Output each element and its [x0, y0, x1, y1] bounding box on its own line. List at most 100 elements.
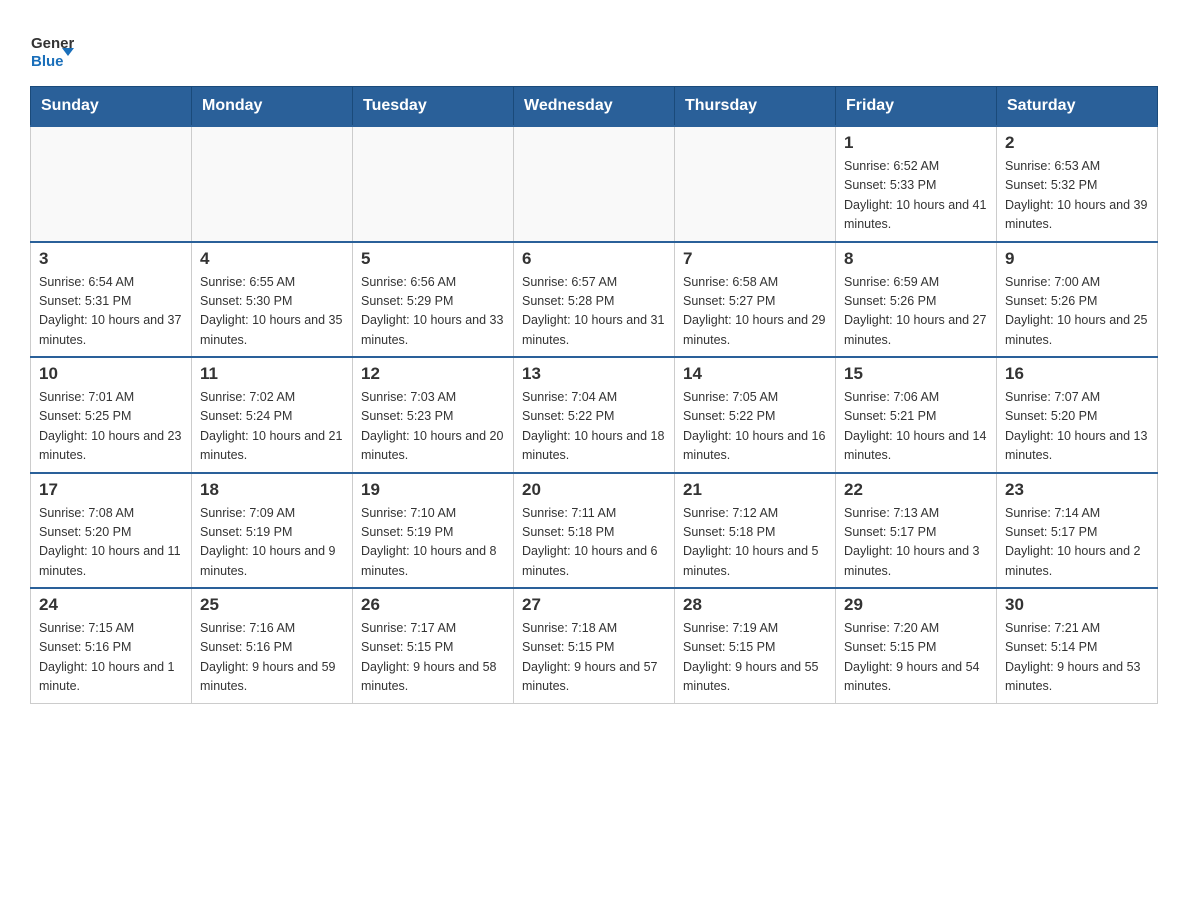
sun-info: Sunrise: 7:10 AM Sunset: 5:19 PM Dayligh… [361, 504, 505, 582]
calendar-table: SundayMondayTuesdayWednesdayThursdayFrid… [30, 86, 1158, 704]
calendar-cell [514, 126, 675, 242]
day-number: 6 [522, 249, 666, 269]
calendar-cell: 8 Sunrise: 6:59 AM Sunset: 5:26 PM Daylig… [836, 242, 997, 358]
calendar-cell: 29Sunrise: 7:20 AM Sunset: 5:15 PM Dayli… [836, 588, 997, 703]
day-number: 8 [844, 249, 988, 269]
calendar-cell: 24 Sunrise: 7:15 AM Sunset: 5:16 PM Dayli… [31, 588, 192, 703]
calendar-cell: 13 Sunrise: 7:04 AM Sunset: 5:22 PM Dayli… [514, 357, 675, 473]
day-number: 9 [1005, 249, 1149, 269]
sun-info: Sunrise: 7:12 AM Sunset: 5:18 PM Dayligh… [683, 504, 827, 582]
day-number: 12 [361, 364, 505, 384]
calendar-week-row: 17Sunrise: 7:08 AM Sunset: 5:20 PM Dayli… [31, 473, 1158, 589]
calendar-cell: 7 Sunrise: 6:58 AM Sunset: 5:27 PM Daylig… [675, 242, 836, 358]
sun-info: Sunrise: 6:53 AM Sunset: 5:32 PM Dayligh… [1005, 157, 1149, 235]
sun-info: Sunrise: 7:06 AM Sunset: 5:21 PM Dayligh… [844, 388, 988, 466]
day-number: 28 [683, 595, 827, 615]
sun-info: Sunrise: 6:52 AM Sunset: 5:33 PM Dayligh… [844, 157, 988, 235]
calendar-cell: 12 Sunrise: 7:03 AM Sunset: 5:23 PM Dayli… [353, 357, 514, 473]
calendar-week-row: 3 Sunrise: 6:54 AM Sunset: 5:31 PM Daylig… [31, 242, 1158, 358]
day-number: 7 [683, 249, 827, 269]
day-number: 3 [39, 249, 183, 269]
calendar-header-sunday: Sunday [31, 87, 192, 127]
sun-info: Sunrise: 7:09 AM Sunset: 5:19 PM Dayligh… [200, 504, 344, 582]
calendar-cell: 14 Sunrise: 7:05 AM Sunset: 5:22 PM Dayli… [675, 357, 836, 473]
logo: General Blue [30, 30, 74, 74]
day-number: 11 [200, 364, 344, 384]
calendar-cell: 2 Sunrise: 6:53 AM Sunset: 5:32 PM Daylig… [997, 126, 1158, 242]
calendar-cell: 17Sunrise: 7:08 AM Sunset: 5:20 PM Dayli… [31, 473, 192, 589]
calendar-cell: 18Sunrise: 7:09 AM Sunset: 5:19 PM Dayli… [192, 473, 353, 589]
sun-info: Sunrise: 7:07 AM Sunset: 5:20 PM Dayligh… [1005, 388, 1149, 466]
day-number: 25 [200, 595, 344, 615]
calendar-cell: 4 Sunrise: 6:55 AM Sunset: 5:30 PM Daylig… [192, 242, 353, 358]
calendar-cell: 19 Sunrise: 7:10 AM Sunset: 5:19 PM Dayli… [353, 473, 514, 589]
day-number: 29 [844, 595, 988, 615]
calendar-cell [675, 126, 836, 242]
svg-text:Blue: Blue [31, 53, 64, 70]
sun-info: Sunrise: 7:08 AM Sunset: 5:20 PM Dayligh… [39, 504, 183, 582]
day-number: 13 [522, 364, 666, 384]
calendar-cell: 1Sunrise: 6:52 AM Sunset: 5:33 PM Daylig… [836, 126, 997, 242]
logo-icon: General Blue [30, 30, 74, 74]
calendar-cell: 20 Sunrise: 7:11 AM Sunset: 5:18 PM Dayli… [514, 473, 675, 589]
calendar-header-row: SundayMondayTuesdayWednesdayThursdayFrid… [31, 87, 1158, 127]
day-number: 30 [1005, 595, 1149, 615]
calendar-cell: 23 Sunrise: 7:14 AM Sunset: 5:17 PM Dayli… [997, 473, 1158, 589]
calendar-cell: 10 Sunrise: 7:01 AM Sunset: 5:25 PM Dayli… [31, 357, 192, 473]
day-number: 19 [361, 480, 505, 500]
calendar-cell: 27Sunrise: 7:18 AM Sunset: 5:15 PM Dayli… [514, 588, 675, 703]
calendar-cell [353, 126, 514, 242]
calendar-week-row: 24 Sunrise: 7:15 AM Sunset: 5:16 PM Dayli… [31, 588, 1158, 703]
day-number: 23 [1005, 480, 1149, 500]
day-number: 5 [361, 249, 505, 269]
calendar-cell: 3 Sunrise: 6:54 AM Sunset: 5:31 PM Daylig… [31, 242, 192, 358]
day-number: 21 [683, 480, 827, 500]
calendar-cell: 30 Sunrise: 7:21 AM Sunset: 5:14 PM Dayli… [997, 588, 1158, 703]
day-number: 24 [39, 595, 183, 615]
day-number: 20 [522, 480, 666, 500]
calendar-header-monday: Monday [192, 87, 353, 127]
sun-info: Sunrise: 7:13 AM Sunset: 5:17 PM Dayligh… [844, 504, 988, 582]
sun-info: Sunrise: 7:01 AM Sunset: 5:25 PM Dayligh… [39, 388, 183, 466]
sun-info: Sunrise: 6:56 AM Sunset: 5:29 PM Dayligh… [361, 273, 505, 351]
calendar-cell: 21 Sunrise: 7:12 AM Sunset: 5:18 PM Dayli… [675, 473, 836, 589]
day-number: 4 [200, 249, 344, 269]
calendar-cell: 22Sunrise: 7:13 AM Sunset: 5:17 PM Dayli… [836, 473, 997, 589]
sun-info: Sunrise: 7:15 AM Sunset: 5:16 PM Dayligh… [39, 619, 183, 697]
sun-info: Sunrise: 6:55 AM Sunset: 5:30 PM Dayligh… [200, 273, 344, 351]
calendar-week-row: 10 Sunrise: 7:01 AM Sunset: 5:25 PM Dayli… [31, 357, 1158, 473]
day-number: 14 [683, 364, 827, 384]
calendar-cell: 16Sunrise: 7:07 AM Sunset: 5:20 PM Dayli… [997, 357, 1158, 473]
calendar-cell: 26 Sunrise: 7:17 AM Sunset: 5:15 PM Dayli… [353, 588, 514, 703]
sun-info: Sunrise: 7:18 AM Sunset: 5:15 PM Dayligh… [522, 619, 666, 697]
sun-info: Sunrise: 7:02 AM Sunset: 5:24 PM Dayligh… [200, 388, 344, 466]
sun-info: Sunrise: 6:54 AM Sunset: 5:31 PM Dayligh… [39, 273, 183, 351]
calendar-cell: 15Sunrise: 7:06 AM Sunset: 5:21 PM Dayli… [836, 357, 997, 473]
page-header: General Blue [30, 20, 1158, 74]
calendar-cell: 6 Sunrise: 6:57 AM Sunset: 5:28 PM Daylig… [514, 242, 675, 358]
calendar-header-saturday: Saturday [997, 87, 1158, 127]
calendar-cell [192, 126, 353, 242]
calendar-week-row: 1Sunrise: 6:52 AM Sunset: 5:33 PM Daylig… [31, 126, 1158, 242]
sun-info: Sunrise: 6:59 AM Sunset: 5:26 PM Dayligh… [844, 273, 988, 351]
calendar-header-friday: Friday [836, 87, 997, 127]
day-number: 2 [1005, 133, 1149, 153]
sun-info: Sunrise: 7:05 AM Sunset: 5:22 PM Dayligh… [683, 388, 827, 466]
sun-info: Sunrise: 7:17 AM Sunset: 5:15 PM Dayligh… [361, 619, 505, 697]
calendar-cell: 11 Sunrise: 7:02 AM Sunset: 5:24 PM Dayli… [192, 357, 353, 473]
sun-info: Sunrise: 7:03 AM Sunset: 5:23 PM Dayligh… [361, 388, 505, 466]
day-number: 26 [361, 595, 505, 615]
sun-info: Sunrise: 7:16 AM Sunset: 5:16 PM Dayligh… [200, 619, 344, 697]
calendar-header-tuesday: Tuesday [353, 87, 514, 127]
sun-info: Sunrise: 7:14 AM Sunset: 5:17 PM Dayligh… [1005, 504, 1149, 582]
sun-info: Sunrise: 7:04 AM Sunset: 5:22 PM Dayligh… [522, 388, 666, 466]
sun-info: Sunrise: 7:00 AM Sunset: 5:26 PM Dayligh… [1005, 273, 1149, 351]
calendar-header-thursday: Thursday [675, 87, 836, 127]
sun-info: Sunrise: 6:58 AM Sunset: 5:27 PM Dayligh… [683, 273, 827, 351]
calendar-header-wednesday: Wednesday [514, 87, 675, 127]
calendar-cell: 28Sunrise: 7:19 AM Sunset: 5:15 PM Dayli… [675, 588, 836, 703]
sun-info: Sunrise: 7:11 AM Sunset: 5:18 PM Dayligh… [522, 504, 666, 582]
sun-info: Sunrise: 7:21 AM Sunset: 5:14 PM Dayligh… [1005, 619, 1149, 697]
sun-info: Sunrise: 6:57 AM Sunset: 5:28 PM Dayligh… [522, 273, 666, 351]
day-number: 10 [39, 364, 183, 384]
